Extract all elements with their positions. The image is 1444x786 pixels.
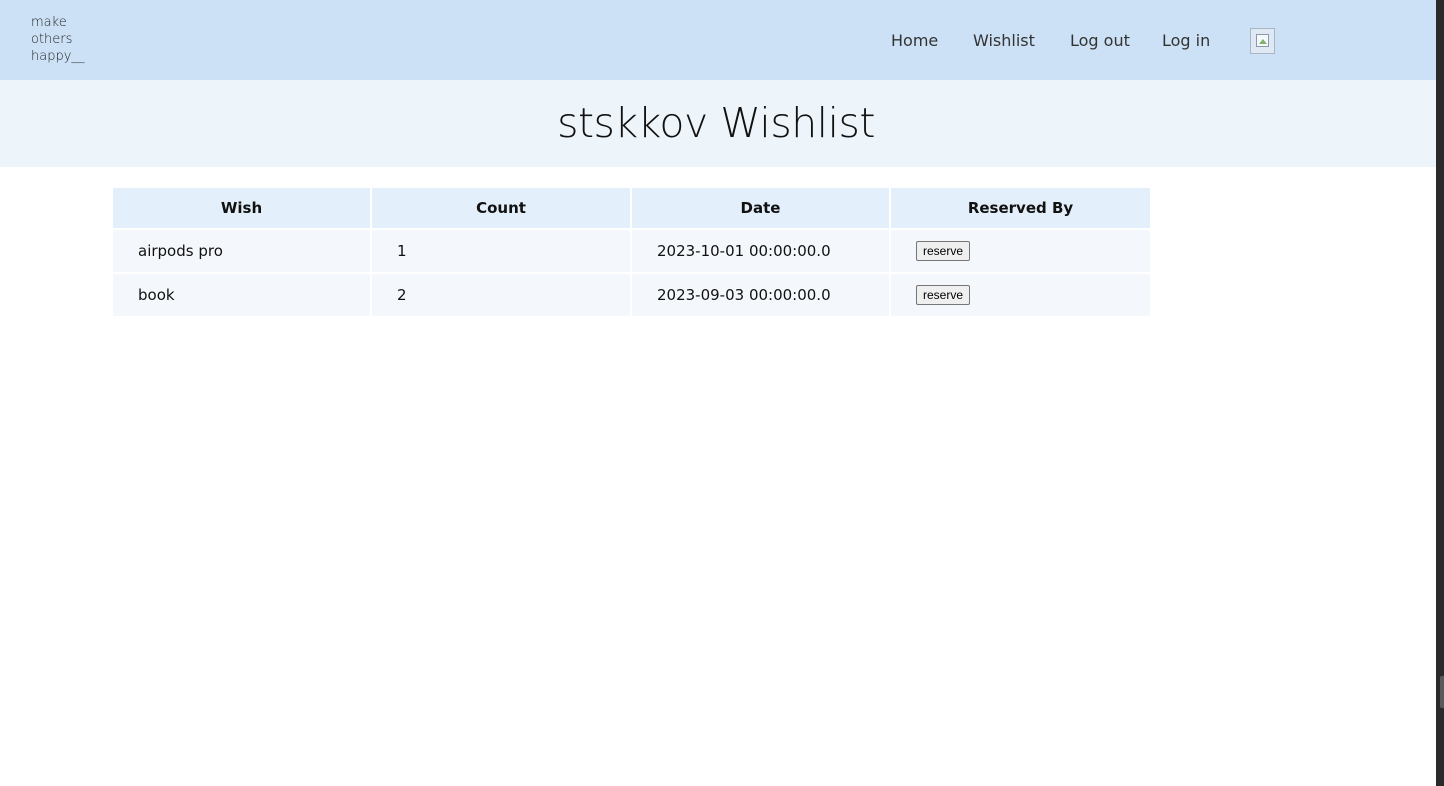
window-edge (1436, 0, 1444, 786)
cell-wish: book (113, 272, 372, 316)
cell-date: 2023-09-03 00:00:00.0 (632, 272, 891, 316)
wishlist-table: Wish Count Date Reserved By airpods pro … (113, 188, 1150, 316)
cell-wish: airpods pro (113, 228, 372, 272)
column-header-date: Date (632, 188, 891, 228)
cell-reserved-by: reserve (891, 228, 1150, 272)
main-nav: Home Wishlist Log out Log in (0, 29, 1436, 53)
reserve-button[interactable]: reserve (916, 285, 971, 305)
cell-reserved-by: reserve (891, 272, 1150, 316)
top-header: make others happy__ Home Wishlist Log ou… (0, 0, 1436, 80)
cell-count: 1 (372, 228, 632, 272)
page: make others happy__ Home Wishlist Log ou… (0, 0, 1436, 786)
nav-logout-link[interactable]: Log out (1070, 29, 1130, 53)
nav-home-link[interactable]: Home (891, 29, 938, 53)
table-row: airpods pro 1 2023-10-01 00:00:00.0 rese… (113, 228, 1150, 272)
column-header-count: Count (372, 188, 632, 228)
nav-login-link[interactable]: Log in (1162, 29, 1210, 53)
reserve-button[interactable]: reserve (916, 241, 971, 261)
column-header-wish: Wish (113, 188, 372, 228)
cell-date: 2023-10-01 00:00:00.0 (632, 228, 891, 272)
table-header-row: Wish Count Date Reserved By (113, 188, 1150, 228)
cell-count: 2 (372, 272, 632, 316)
page-title: stskkov Wishlist (557, 99, 875, 147)
broken-image-icon (1256, 34, 1269, 47)
table-row: book 2 2023-09-03 00:00:00.0 reserve (113, 272, 1150, 316)
scrollbar-handle[interactable] (1440, 676, 1444, 708)
column-header-reserved-by: Reserved By (891, 188, 1150, 228)
nav-wishlist-link[interactable]: Wishlist (973, 29, 1035, 53)
avatar[interactable] (1250, 28, 1275, 54)
